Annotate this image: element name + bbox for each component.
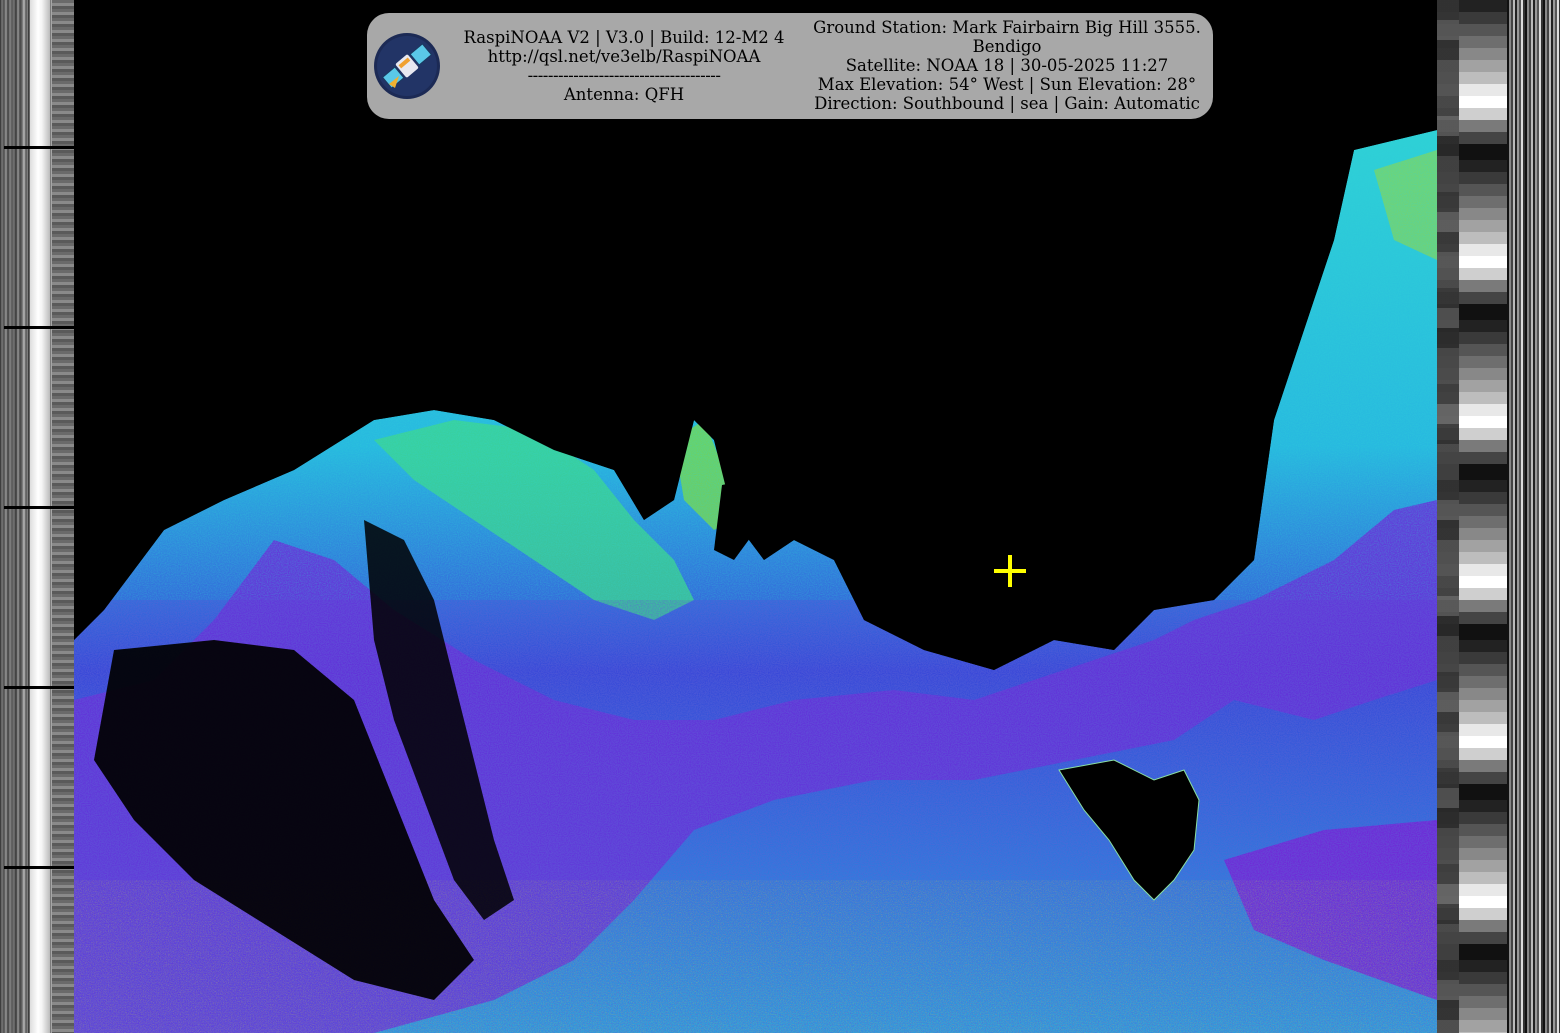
right-telemetry-strip <box>1437 0 1560 1033</box>
telemetry-tick <box>4 146 74 149</box>
telemetry-tick <box>4 326 74 329</box>
ground-station-text: Ground Station: Mark Fairbairn Big Hill … <box>813 18 1201 37</box>
telemetry-gray-band <box>52 0 74 1033</box>
elevation-text: Max Elevation: 54° West | Sun Elevation:… <box>817 75 1197 94</box>
antenna-text: Antenna: QFH <box>563 85 685 104</box>
telemetry-tick <box>4 686 74 689</box>
telemetry-white-band <box>30 0 50 1033</box>
telemetry-tick <box>4 866 74 869</box>
direction-text: Direction: Southbound | sea | Gain: Auto… <box>814 94 1200 113</box>
divider-text: -------------------------------------- <box>527 66 721 85</box>
left-telemetry-strip <box>0 0 74 1033</box>
pass-details: Ground Station: Mark Fairbairn Big Hill … <box>803 18 1211 113</box>
ground-station-city-text: Bendigo <box>972 37 1042 56</box>
telemetry-tick <box>4 506 74 509</box>
telemetry-fine-lines <box>1507 0 1560 1033</box>
pass-info-panel: RaspiNOAA V2 | V3.0 | Build: 12-M2 4 htt… <box>367 13 1213 119</box>
software-info: RaspiNOAA V2 | V3.0 | Build: 12-M2 4 htt… <box>451 28 797 104</box>
software-version-text: RaspiNOAA V2 | V3.0 | Build: 12-M2 4 <box>463 28 785 47</box>
satellite-text: Satellite: NOAA 18 | 30-05-2025 11:27 <box>845 56 1169 75</box>
project-url-text: http://qsl.net/ve3elb/RaspiNOAA <box>487 47 761 66</box>
apt-image: RaspiNOAA V2 | V3.0 | Build: 12-M2 4 htt… <box>0 0 1560 1033</box>
satellite-icon <box>374 33 440 99</box>
sea-surface-temperature-map <box>74 0 1437 1033</box>
telemetry-wedges-dark <box>1437 0 1459 1033</box>
